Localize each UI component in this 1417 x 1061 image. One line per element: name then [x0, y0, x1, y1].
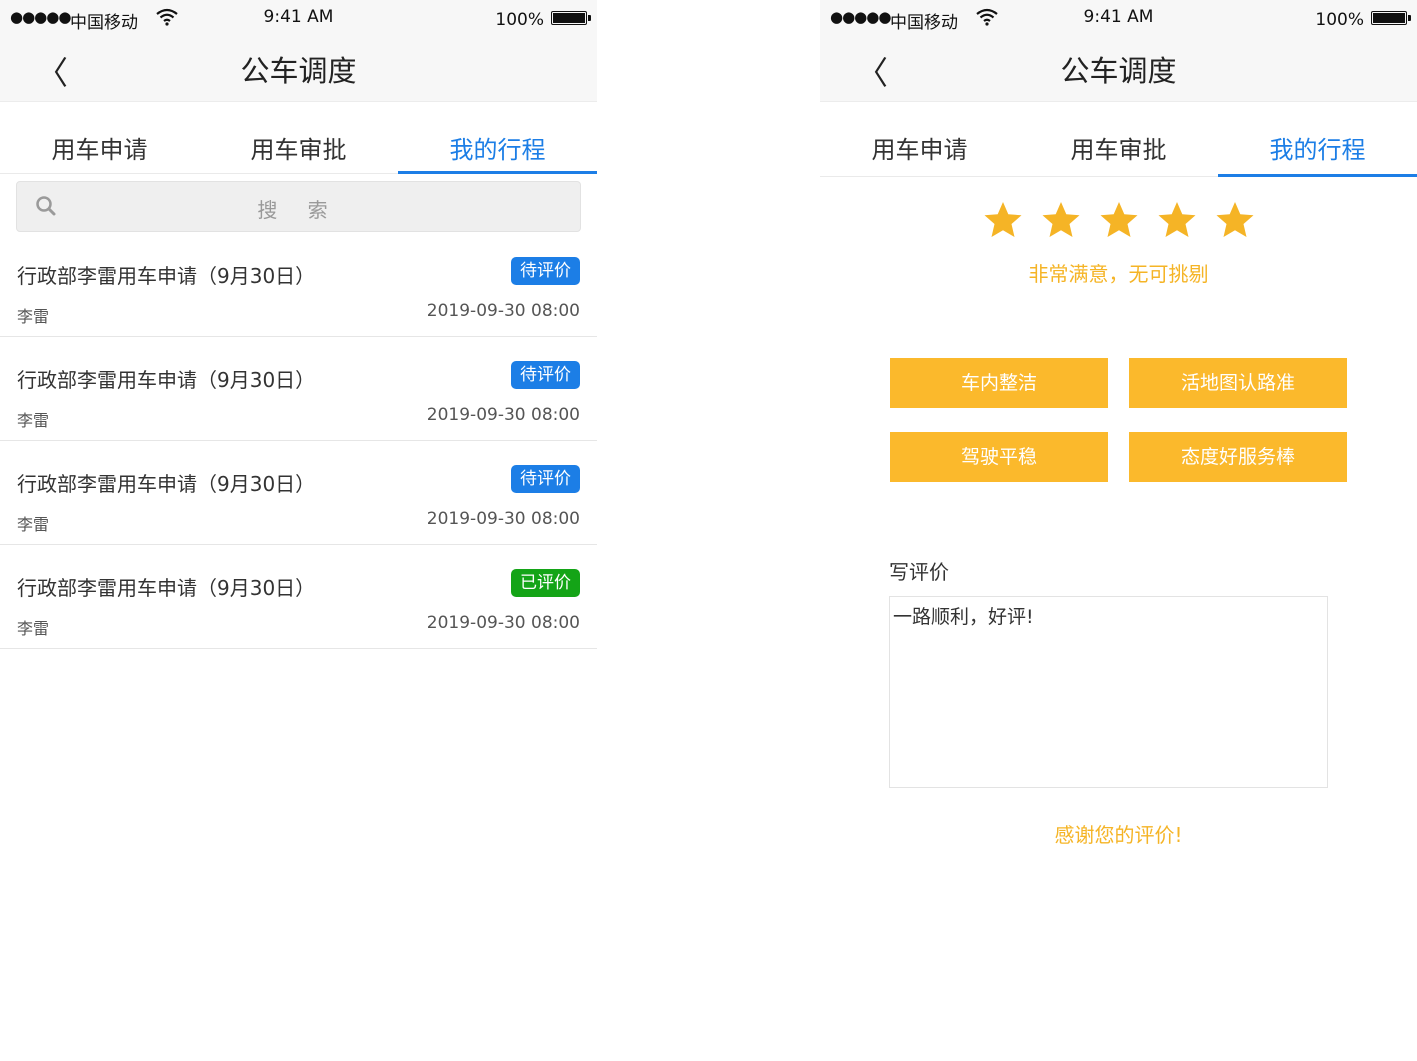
status-bar: ●●●●● 中国移动 9:41 AM 100% — [820, 0, 1417, 36]
trip-datetime: 2019-09-30 08:00 — [426, 509, 580, 529]
tab-vehicle-approval[interactable]: 用车审批 — [199, 103, 398, 173]
trip-person: 李雷 — [17, 619, 50, 638]
battery-percent: 100% — [495, 10, 544, 30]
trip-person: 李雷 — [17, 411, 50, 430]
search-placeholder: 搜 索 — [257, 198, 340, 222]
trip-title: 行政部李雷用车申请（9月30日） — [17, 576, 316, 600]
thanks-text: 感谢您的评价! — [1054, 823, 1183, 847]
trip-list: 行政部李雷用车申请（9月30日） 待评价 李雷 2019-09-30 08:00… — [0, 233, 597, 649]
page-title: 公车调度 — [240, 54, 357, 88]
trip-person: 李雷 — [17, 307, 50, 326]
tab-bar: 用车申请 用车审批 我的行程 — [0, 103, 597, 174]
list-item[interactable]: 行政部李雷用车申请（9月30日） 已评价 李雷 2019-09-30 08:00 — [0, 545, 597, 649]
nav-bar: 〈 公车调度 — [820, 36, 1417, 102]
nav-bar: 〈 公车调度 — [0, 36, 597, 102]
star-icon[interactable] — [1099, 200, 1139, 240]
rating-text: 非常满意，无可挑剔 — [1028, 262, 1209, 286]
search-input[interactable]: 搜 索 — [16, 181, 581, 232]
battery-icon — [551, 11, 591, 25]
tag-button-smooth-driving[interactable]: 驾驶平稳 — [890, 432, 1108, 482]
list-item[interactable]: 行政部李雷用车申请（9月30日） 待评价 李雷 2019-09-30 08:00 — [0, 233, 597, 337]
trip-datetime: 2019-09-30 08:00 — [426, 301, 580, 321]
tab-my-trips[interactable]: 我的行程 — [1218, 106, 1417, 177]
trip-list-screen: ●●●●● 中国移动 9:41 AM 100% 〈 公车调度 用车申请 用车审批… — [0, 0, 597, 1061]
write-review-label: 写评价 — [889, 560, 949, 584]
trip-review-screen: ●●●●● 中国移动 9:41 AM 100% 〈 公车调度 用车申请 用车审批… — [820, 0, 1417, 1061]
trip-datetime: 2019-09-30 08:00 — [426, 613, 580, 633]
list-item[interactable]: 行政部李雷用车申请（9月30日） 待评价 李雷 2019-09-30 08:00 — [0, 337, 597, 441]
tab-my-trips[interactable]: 我的行程 — [398, 103, 597, 174]
star-icon[interactable] — [1215, 200, 1255, 240]
battery-percent: 100% — [1315, 10, 1364, 30]
status-badge[interactable]: 已评价 — [511, 569, 580, 597]
tab-bar: 用车申请 用车审批 我的行程 — [820, 106, 1417, 177]
tab-vehicle-approval[interactable]: 用车审批 — [1019, 106, 1218, 176]
star-icon[interactable] — [1157, 200, 1197, 240]
status-badge[interactable]: 待评价 — [511, 257, 580, 285]
tab-vehicle-request[interactable]: 用车申请 — [0, 103, 199, 173]
star-icon[interactable] — [983, 200, 1023, 240]
trip-title: 行政部李雷用车申请（9月30日） — [17, 264, 316, 288]
tag-button-clean-car[interactable]: 车内整洁 — [890, 358, 1108, 408]
trip-person: 李雷 — [17, 515, 50, 534]
star-rating[interactable] — [820, 200, 1417, 244]
battery-icon — [1371, 11, 1411, 25]
status-badge[interactable]: 待评价 — [511, 465, 580, 493]
list-item[interactable]: 行政部李雷用车申请（9月30日） 待评价 李雷 2019-09-30 08:00 — [0, 441, 597, 545]
status-badge[interactable]: 待评价 — [511, 361, 580, 389]
page-title: 公车调度 — [1060, 54, 1177, 88]
trip-title: 行政部李雷用车申请（9月30日） — [17, 368, 316, 392]
tag-button-good-service[interactable]: 态度好服务棒 — [1129, 432, 1347, 482]
status-bar: ●●●●● 中国移动 9:41 AM 100% — [0, 0, 597, 36]
trip-title: 行政部李雷用车申请（9月30日） — [17, 472, 316, 496]
review-textarea[interactable]: 一路顺利，好评! — [889, 596, 1328, 788]
tag-button-knows-route[interactable]: 活地图认路准 — [1129, 358, 1347, 408]
star-icon[interactable] — [1041, 200, 1081, 240]
trip-datetime: 2019-09-30 08:00 — [426, 405, 580, 425]
tab-vehicle-request[interactable]: 用车申请 — [820, 106, 1019, 176]
